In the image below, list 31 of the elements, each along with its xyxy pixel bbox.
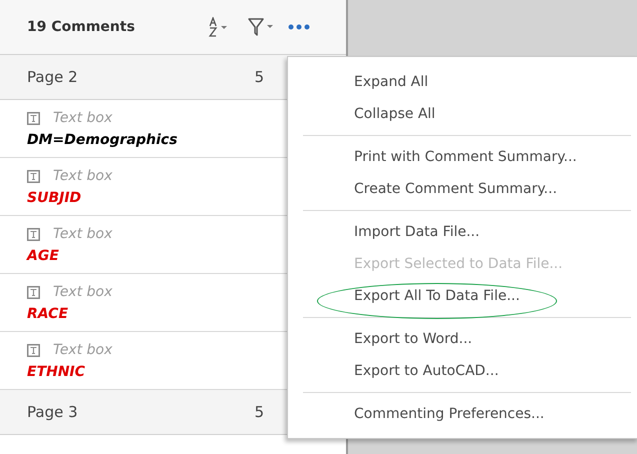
comment-text: ETHNIC [27,363,86,382]
text-box-icon [27,286,40,298]
text-box-icon [27,344,40,356]
comment-text: RACE [27,305,68,324]
page-group-label: Page 2 [27,68,79,86]
comment-type: Text box [53,284,112,300]
comment-type: Text box [53,168,112,184]
comment-text: SUBJID [27,189,82,208]
more-options-icon[interactable] [288,24,310,30]
menu-item[interactable]: Export to Word... [288,323,482,355]
text-box-icon [27,112,40,124]
comment-text: AGE [27,247,59,266]
comment-count: 5 [254,68,264,86]
comment-type: Text box [53,110,112,126]
menu-item[interactable]: Export All To Data File... [288,280,530,312]
comment-type: Text box [53,226,112,242]
comments-count-title: 19 Comments [27,19,136,35]
text-box-icon [27,228,40,240]
text-box-icon [27,170,40,182]
menu-item[interactable]: Collapse All [288,98,446,130]
menu-item[interactable]: Expand All [288,66,438,98]
menu-item[interactable]: Commenting Preferences... [288,398,554,430]
filter-icon[interactable] [248,17,276,37]
comment-type: Text box [53,342,112,358]
menu-item[interactable]: Create Comment Summary... [288,173,568,205]
comment-text: DM=Demographics [27,131,178,150]
menu-item[interactable]: Import Data File... [288,216,490,248]
comment-count: 5 [254,403,264,421]
menu-item[interactable]: Export to AutoCAD... [288,355,509,387]
page-group-label: Page 3 [27,403,79,421]
menu-item[interactable]: Print with Comment Summary... [288,141,587,173]
